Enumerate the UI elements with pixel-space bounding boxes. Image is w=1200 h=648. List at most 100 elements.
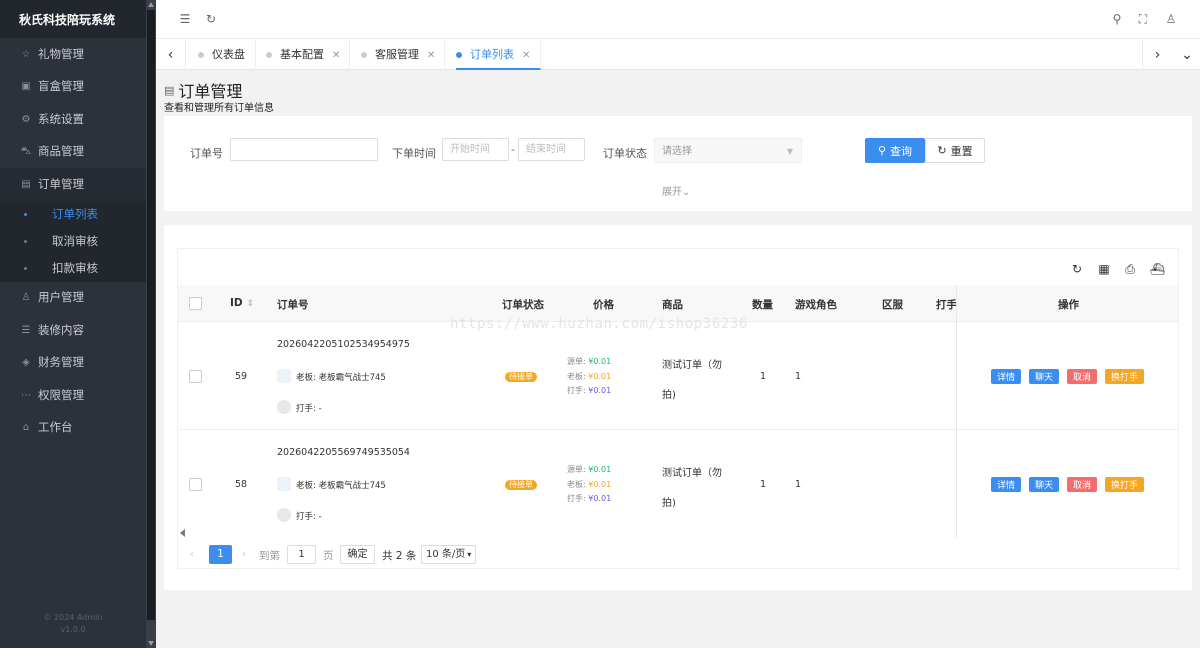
scroll-up-icon[interactable] <box>148 2 154 7</box>
sidebar-item-workbench[interactable]: ⌂ 工作台 <box>0 412 156 445</box>
prev-page-icon[interactable]: ‹ <box>190 548 194 560</box>
sidebar-item-orders[interactable]: ▤ 订单管理 <box>0 168 156 201</box>
detail-button[interactable]: 详情 <box>991 369 1021 384</box>
sidebar-item-decor[interactable]: ☰ 装修内容 <box>0 314 156 347</box>
user-icon[interactable]: ♙ <box>1164 12 1178 26</box>
row-checkbox[interactable] <box>189 370 202 383</box>
print-icon[interactable]: ⎙ <box>1123 262 1137 276</box>
close-icon[interactable]: ✕ <box>427 50 435 61</box>
reset-button[interactable]: ↻ 重置 <box>925 138 985 163</box>
tab-label: 仪表盘 <box>212 48 245 61</box>
sidebar-item-settings[interactable]: ⚙ 系统设置 <box>0 103 156 136</box>
page-size-value: 10 条/页 <box>426 549 466 560</box>
order-status-placeholder: 请选择 <box>662 146 692 157</box>
price-source-value: ¥0.01 <box>588 465 612 474</box>
next-page-icon[interactable]: › <box>242 548 246 560</box>
swap-player-button[interactable]: 换打手 <box>1105 369 1144 384</box>
cancel-button[interactable]: 取消 <box>1067 477 1097 492</box>
expand-toggle[interactable]: 展开⌄ <box>662 183 690 198</box>
sidebar-item-deduct-review[interactable]: 扣款审核 <box>0 255 156 282</box>
topbar: ☰ ↻ ⚲ ⛶ ♙ <box>156 0 1200 39</box>
list-icon: ☰ <box>21 324 31 336</box>
row-boss: 老板: 老板霸气战士745 <box>296 373 386 383</box>
chevron-down-icon: ▾ <box>467 550 472 559</box>
start-time-input[interactable]: 开始时间 <box>442 138 509 161</box>
date-range-separator: - <box>511 143 515 156</box>
scroll-thumb[interactable] <box>147 10 155 620</box>
search-icon[interactable]: ⚲ <box>1110 12 1124 26</box>
scroll-down-icon[interactable] <box>148 641 154 646</box>
sidebar-item-finance[interactable]: ◈ 财务管理 <box>0 347 156 380</box>
detail-button[interactable]: 详情 <box>991 477 1021 492</box>
total-count: 共 2 条 <box>382 550 417 562</box>
user-icon: ♙ <box>21 292 31 304</box>
sidebar-item-order-list[interactable]: 订单列表 <box>0 201 156 228</box>
th-server: 区服 <box>882 299 903 311</box>
goto-confirm-button[interactable]: 确定 <box>340 545 375 564</box>
sidebar-item-users[interactable]: ♙ 用户管理 <box>0 282 156 315</box>
sidebar-item-blindbox[interactable]: ▣ 盲盒管理 <box>0 71 156 104</box>
scroll-left-icon[interactable] <box>180 529 185 537</box>
export-icon[interactable]: ⛴ <box>1150 262 1165 276</box>
refresh-icon[interactable]: ↻ <box>1070 262 1084 276</box>
price-source: 源单: ¥0.01 <box>567 464 611 475</box>
swap-player-button[interactable]: 换打手 <box>1105 477 1144 492</box>
row-product-line2: 拍) <box>662 498 676 509</box>
cancel-button[interactable]: 取消 <box>1067 369 1097 384</box>
sidebar-item-gift[interactable]: ☆ 礼物管理 <box>0 38 156 71</box>
chat-button[interactable]: 聊天 <box>1029 477 1059 492</box>
price-player: 打手: ¥0.01 <box>567 385 611 396</box>
row-order-no: 20260422051025349549​75 <box>277 339 410 350</box>
fullscreen-icon[interactable]: ⛶ <box>1136 12 1150 26</box>
page-1-button[interactable]: 1 <box>209 545 232 564</box>
tab-basic-config[interactable]: 基本配置 ✕ <box>266 39 350 70</box>
sidebar-footer: © 2024 Admin v1.0.0 <box>0 612 146 636</box>
menu-fold-icon[interactable]: ☰ <box>178 12 192 26</box>
chat-button[interactable]: 聊天 <box>1029 369 1059 384</box>
refresh-icon[interactable]: ↻ <box>204 12 218 26</box>
gear-icon: ⚙ <box>21 113 31 125</box>
goto-page-input[interactable]: 1 <box>287 545 316 564</box>
order-status-select[interactable]: 请选择 ▼ <box>654 138 802 163</box>
close-icon[interactable]: ✕ <box>522 50 530 61</box>
th-status: 订单状态 <box>502 299 544 311</box>
end-time-input[interactable]: 结束时间 <box>518 138 585 161</box>
tab-dashboard[interactable]: 仪表盘 <box>198 39 256 70</box>
price-boss: 老板: ¥0.01 <box>567 371 611 382</box>
sidebar-item-permissions[interactable]: ⋯ 权限管理 <box>0 379 156 412</box>
close-icon[interactable]: ✕ <box>332 50 340 61</box>
tab-order-list[interactable]: 订单列表 ✕ <box>456 39 541 70</box>
sidebar-item-label: 系统设置 <box>38 111 84 126</box>
copyright: © 2024 Admin <box>43 613 103 622</box>
th-order-no: 订单号 <box>277 299 309 311</box>
th-price: 价格 <box>593 299 614 311</box>
tab-customer-service[interactable]: 客服管理 ✕ <box>361 39 445 70</box>
reset-button-label: 重置 <box>950 144 973 158</box>
th-game-role: 游戏角色 <box>795 299 837 311</box>
row-checkbox[interactable] <box>189 478 202 491</box>
horizontal-scrollbar[interactable] <box>178 528 956 538</box>
sidebar-scrollbar[interactable] <box>146 0 156 648</box>
select-all-checkbox[interactable] <box>189 297 202 310</box>
boss-avatar <box>277 477 291 491</box>
sidebar-item-cancel-review[interactable]: 取消审核 <box>0 228 156 255</box>
tab-dot <box>266 52 272 58</box>
reset-icon: ↻ <box>937 144 947 157</box>
page-size-select[interactable]: 10 条/页 ▾ <box>421 545 476 564</box>
ellipsis-icon: ⋯ <box>21 389 31 401</box>
th-id[interactable]: ID ⇕ <box>230 297 254 309</box>
sidebar-item-products[interactable]: ⛍ 商品管理 <box>0 136 156 169</box>
th-qty: 数量 <box>752 299 773 311</box>
row-product-line1: 测试订单（勿 <box>662 468 722 479</box>
player-avatar <box>277 508 291 522</box>
query-button[interactable]: ⚲ 查询 <box>865 138 925 163</box>
sort-icon[interactable]: ⇕ <box>247 299 255 309</box>
columns-icon[interactable]: ▦ <box>1097 262 1111 276</box>
row-game-role: 1 <box>795 371 802 382</box>
tabs-next-icon[interactable]: › <box>1142 39 1172 70</box>
order-no-input[interactable] <box>230 138 378 161</box>
sidebar-item-label: 盲盒管理 <box>38 79 84 94</box>
chevron-down-icon[interactable]: ⌄ <box>1172 39 1200 70</box>
tabs-prev-icon[interactable]: ‹ <box>156 39 186 70</box>
watermark: https://www.huzhan.com/ishop36236 <box>450 316 748 332</box>
